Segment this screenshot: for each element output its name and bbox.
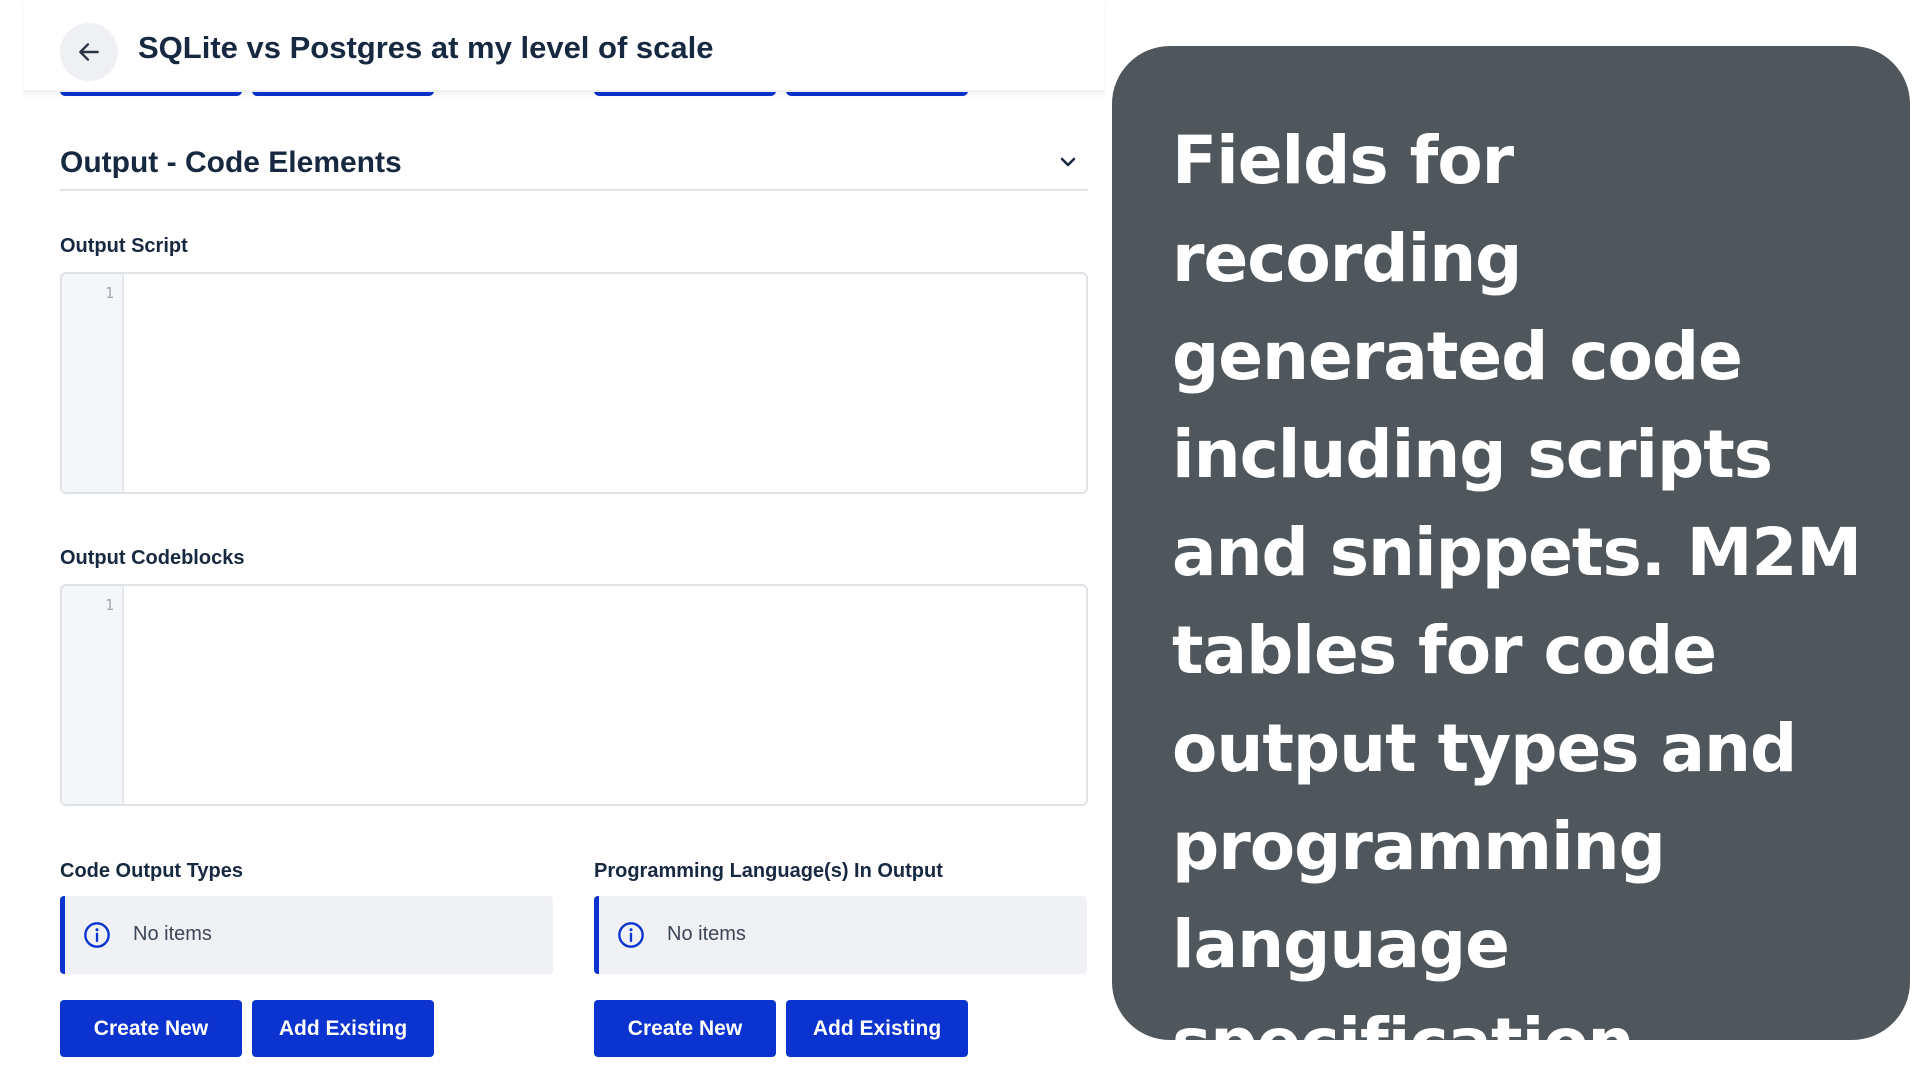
section-title: Output - Code Elements bbox=[60, 146, 402, 179]
create-new-button[interactable]: Create New bbox=[594, 1000, 776, 1057]
output-script-code-area[interactable] bbox=[126, 274, 1086, 492]
programming-languages-label: Programming Language(s) In Output bbox=[594, 860, 943, 882]
output-codeblocks-code-area[interactable] bbox=[126, 586, 1086, 804]
code-output-types-label: Code Output Types bbox=[60, 860, 243, 882]
notice-text: No items bbox=[667, 923, 746, 945]
page-header: SQLite vs Postgres at my level of scale bbox=[24, 0, 1104, 92]
notice-text: No items bbox=[133, 923, 212, 945]
add-existing-button[interactable]: Add Existing bbox=[786, 1000, 968, 1057]
page-title: SQLite vs Postgres at my level of scale bbox=[138, 30, 714, 65]
line-gutter: 1 bbox=[62, 274, 124, 492]
line-gutter: 1 bbox=[62, 586, 124, 804]
back-button[interactable] bbox=[60, 23, 118, 81]
output-codeblocks-label: Output Codeblocks bbox=[60, 547, 245, 569]
chevron-down-icon[interactable] bbox=[1056, 150, 1080, 174]
caption-panel: Fields for recording generated code incl… bbox=[1112, 46, 1910, 1081]
output-script-editor[interactable]: 1 bbox=[60, 272, 1088, 494]
section-divider bbox=[60, 189, 1088, 191]
code-output-types-notice: No items bbox=[60, 896, 553, 974]
add-existing-button[interactable]: Add Existing bbox=[252, 1000, 434, 1057]
info-icon bbox=[84, 922, 110, 948]
caption-text: Fields for recording generated code incl… bbox=[1172, 122, 1862, 1081]
line-number: 1 bbox=[104, 284, 114, 302]
create-new-button[interactable]: Create New bbox=[60, 1000, 242, 1057]
info-icon bbox=[618, 922, 644, 948]
output-codeblocks-editor[interactable]: 1 bbox=[60, 584, 1088, 806]
programming-languages-notice: No items bbox=[594, 896, 1087, 974]
line-number: 1 bbox=[104, 596, 114, 614]
arrow-left-icon bbox=[79, 43, 99, 61]
output-script-label: Output Script bbox=[60, 235, 188, 257]
